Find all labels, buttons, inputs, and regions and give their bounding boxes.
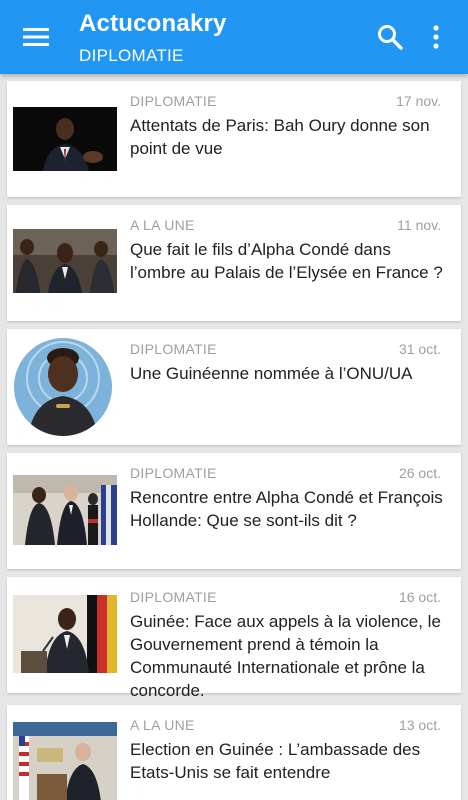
- article-category: DIPLOMATIE: [130, 465, 217, 481]
- article-thumbnail: [14, 338, 112, 436]
- menu-button[interactable]: [14, 17, 58, 57]
- article-title: Que fait le fils d’Alpha Condé dans l’om…: [130, 240, 443, 282]
- section-subtitle: DIPLOMATIE: [79, 46, 184, 65]
- app-bar: Actuconakry DIPLOMATIE: [0, 0, 468, 74]
- article-category: A LA UNE: [130, 717, 195, 733]
- article-date: 16 oct.: [398, 589, 441, 605]
- article-title: Attentats de Paris: Bah Oury donne son p…: [130, 116, 430, 158]
- article-title: Election en Guinée : L’ambassade des Eta…: [130, 740, 421, 782]
- article-title: Guinée: Face aux appels à la violence, l…: [130, 612, 441, 700]
- article-thumbnail: [13, 107, 117, 171]
- hamburger-menu-icon: [23, 28, 49, 46]
- article-date: 31 oct.: [398, 341, 441, 357]
- more-vert-icon: [433, 25, 439, 49]
- article-category: DIPLOMATIE: [130, 341, 217, 357]
- article-category: DIPLOMATIE: [130, 93, 217, 109]
- article-category: A LA UNE: [130, 217, 195, 233]
- article-date: 17 nov.: [396, 93, 441, 109]
- article-thumbnail: [13, 475, 117, 545]
- article-date: 13 oct.: [398, 717, 441, 733]
- search-button[interactable]: [370, 17, 410, 57]
- article-title: Rencontre entre Alpha Condé et François …: [130, 488, 443, 530]
- article-card[interactable]: A LA UNE 11 nov. Que fait le fils d’Alph…: [7, 205, 461, 321]
- article-card[interactable]: DIPLOMATIE 26 oct. Rencontre entre Alpha…: [7, 453, 461, 569]
- article-date: 11 nov.: [397, 217, 441, 233]
- article-card[interactable]: DIPLOMATIE 16 oct. Guinée: Face aux appe…: [7, 577, 461, 700]
- article-card[interactable]: A LA UNE 13 oct. Election en Guinée : L’…: [7, 705, 461, 800]
- article-card[interactable]: DIPLOMATIE 17 nov. Attentats de Paris: B…: [7, 81, 461, 197]
- article-date: 26 oct.: [398, 465, 441, 481]
- search-icon: [378, 25, 403, 50]
- article-card[interactable]: DIPLOMATIE 31 oct. Une Guinéenne nommée …: [7, 329, 461, 445]
- article-thumbnail: [13, 722, 117, 800]
- article-title: Une Guinéenne nommée à l’ONU/UA: [130, 364, 413, 383]
- article-feed[interactable]: DIPLOMATIE 17 nov. Attentats de Paris: B…: [0, 74, 468, 800]
- app-title: Actuconakry: [79, 10, 227, 37]
- more-options-button[interactable]: [420, 17, 452, 57]
- article-category: DIPLOMATIE: [130, 589, 217, 605]
- article-thumbnail: [13, 595, 117, 673]
- article-thumbnail: [13, 229, 117, 293]
